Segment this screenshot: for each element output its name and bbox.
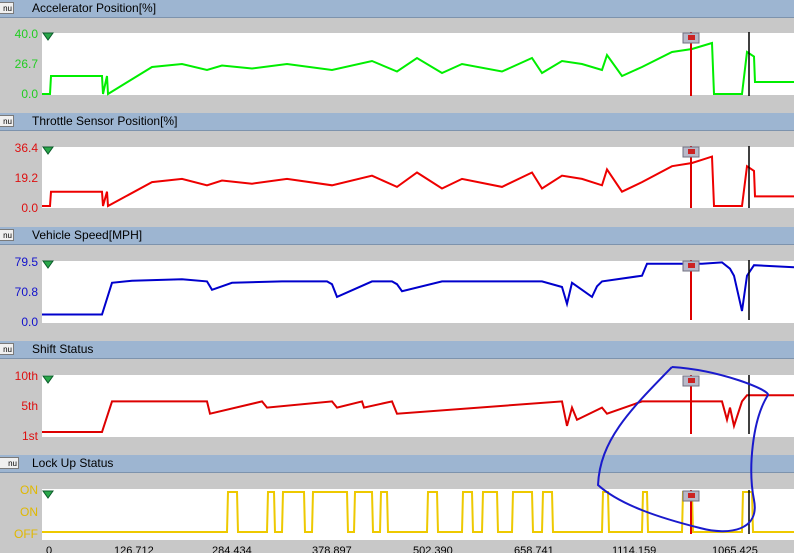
log-viewer: nu Accelerator Position[%] 40.0 26.7 0.0…	[0, 0, 794, 553]
start-marker-icon[interactable]	[42, 32, 54, 41]
start-marker-icon[interactable]	[42, 375, 54, 384]
start-marker-icon[interactable]	[42, 490, 54, 499]
cursor-flag-mark	[688, 378, 695, 383]
cursor-flag-mark	[688, 493, 695, 498]
series-line-lockup	[42, 491, 794, 533]
cursor-flag-mark	[688, 149, 695, 154]
chart-overlay	[42, 32, 794, 534]
series-line-accel	[42, 41, 794, 96]
cursor-flag-mark	[688, 263, 695, 268]
series-line-throttle	[42, 155, 794, 208]
series-line-shift	[42, 394, 794, 433]
series-line-speed	[42, 261, 794, 316]
cursor-flag-mark	[688, 35, 695, 40]
start-marker-icon[interactable]	[42, 260, 54, 269]
start-marker-icon[interactable]	[42, 146, 54, 155]
